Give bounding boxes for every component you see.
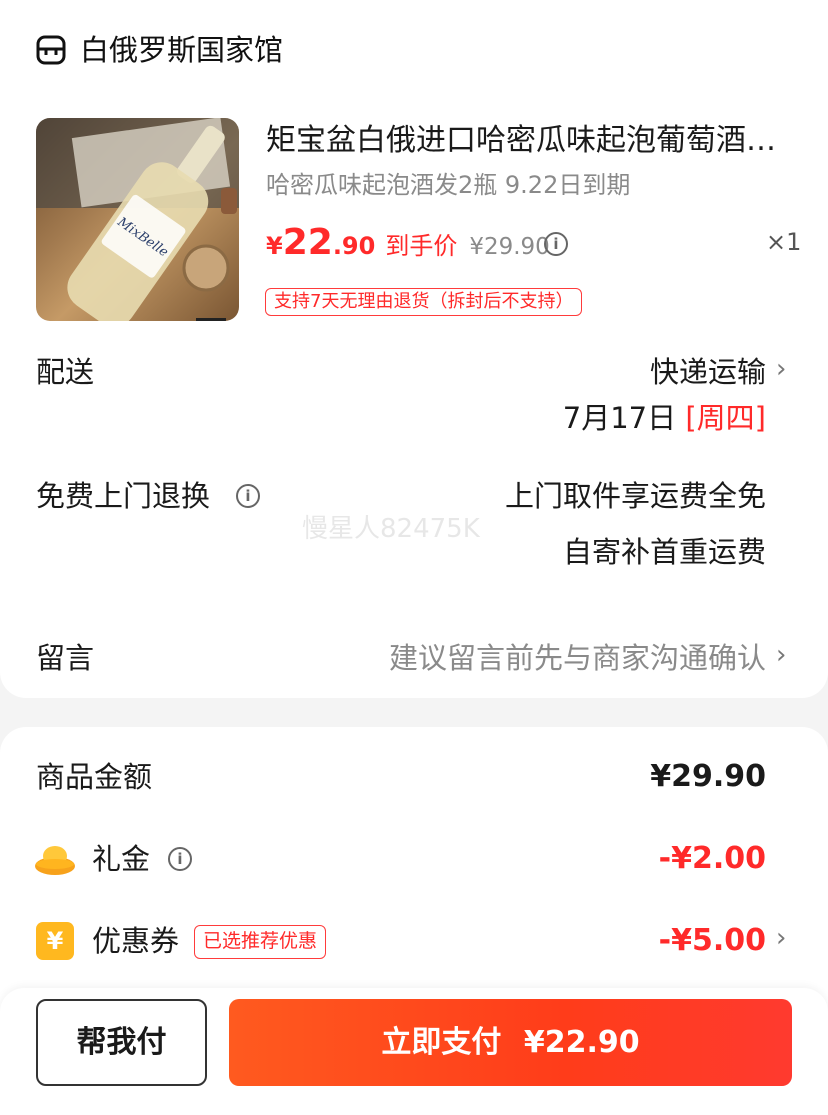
coupon-chevron-icon[interactable]: › bbox=[776, 923, 786, 953]
final-price-tag: 到手价 bbox=[385, 232, 458, 260]
delivery-weekday: [周四] bbox=[685, 401, 766, 435]
delivery-method[interactable]: 快递运输 bbox=[650, 352, 766, 392]
free-return-line1: 上门取件享运费全免 bbox=[504, 479, 766, 513]
coupon-amount[interactable]: -¥5.00 bbox=[659, 921, 766, 961]
original-price: ¥29.90 bbox=[469, 234, 550, 260]
help-pay-button[interactable]: 帮我付 bbox=[36, 999, 207, 1086]
delivery-chevron-icon[interactable]: › bbox=[776, 354, 786, 384]
coupon-label[interactable]: 优惠券 bbox=[92, 921, 179, 961]
coupon-badge: 已选推荐优惠 bbox=[194, 925, 327, 959]
price-integer: 22 bbox=[282, 222, 333, 263]
gift-label: 礼金 bbox=[92, 842, 151, 876]
delivery-date-text: 7月17日 bbox=[562, 401, 677, 435]
coupon-icon: ¥ bbox=[36, 922, 74, 960]
store-name[interactable]: 白俄罗斯国家馆 bbox=[80, 30, 283, 70]
order-card bbox=[0, 0, 828, 698]
price-info-icon[interactable]: i bbox=[544, 232, 568, 256]
product-title[interactable]: 矩宝盆白俄进口哈密瓜味起泡葡萄酒… bbox=[266, 120, 796, 162]
free-return-line2: 自寄补首重运费 bbox=[562, 535, 766, 569]
product-image[interactable]: MixBelle bbox=[36, 118, 239, 321]
pay-now-amount: ¥22.90 bbox=[523, 1025, 640, 1060]
free-return-info-icon[interactable]: i bbox=[236, 484, 260, 508]
gift-money-icon bbox=[35, 846, 75, 875]
price-currency: ¥ bbox=[266, 232, 283, 260]
message-chevron-icon[interactable]: › bbox=[776, 640, 786, 670]
goods-amount: ¥29.90 bbox=[650, 759, 766, 794]
pay-now-label: 立即支付 bbox=[381, 1025, 502, 1060]
store-icon bbox=[36, 35, 66, 65]
quantity: ×1 bbox=[766, 228, 802, 256]
price-row: ¥ 22 .90 到手价 ¥29.90 bbox=[266, 222, 550, 268]
delivery-label: 配送 bbox=[36, 355, 95, 389]
gift-info-icon[interactable]: i bbox=[168, 847, 192, 871]
delivery-date: 7月17日 [周四] bbox=[563, 398, 766, 438]
goods-amount-label: 商品金额 bbox=[36, 760, 153, 794]
watermark: 慢星人82475K bbox=[302, 514, 480, 544]
free-return-label: 免费上门退换 bbox=[36, 479, 211, 513]
message-label: 留言 bbox=[36, 641, 95, 675]
return-policy-badge: 支持7天无理由退货（拆封后不支持） bbox=[265, 288, 583, 316]
product-sku[interactable]: 哈密瓜味起泡酒发2瓶 9.22日到期 bbox=[266, 168, 630, 202]
wine-bottle-illustration: MixBelle bbox=[36, 118, 239, 321]
gift-amount: -¥2.00 bbox=[658, 841, 766, 876]
message-input[interactable]: 建议留言前先与商家沟通确认 bbox=[389, 638, 766, 678]
pay-now-button[interactable]: 立即支付 ¥22.90 bbox=[229, 999, 792, 1086]
price-decimal: .90 bbox=[332, 232, 376, 260]
